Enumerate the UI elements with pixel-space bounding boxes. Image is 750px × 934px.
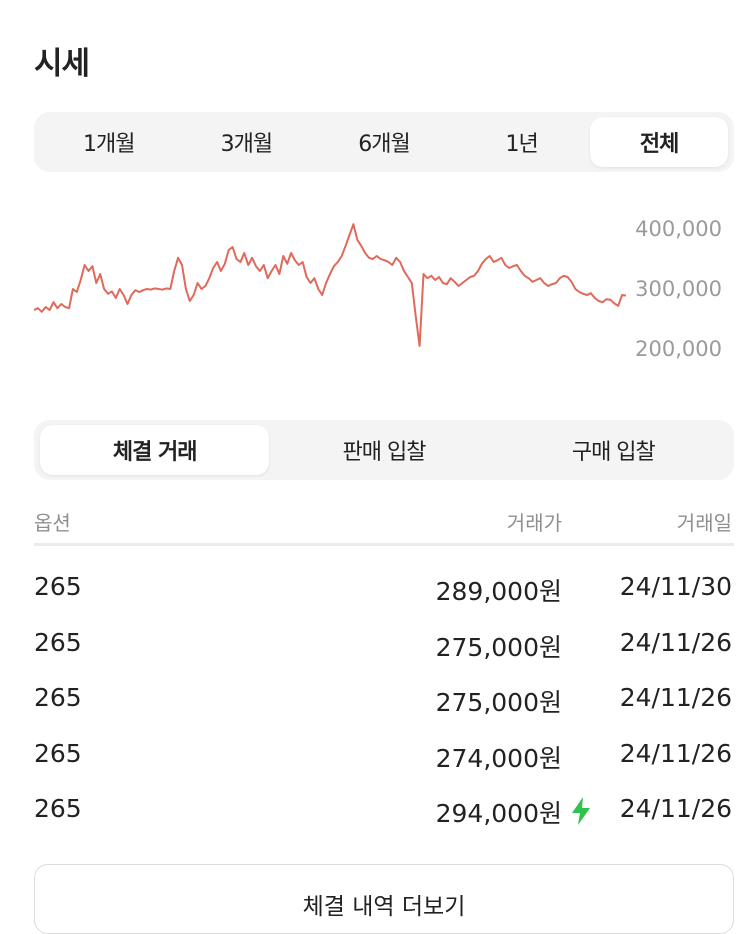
row-price: 275,000원: [435, 632, 562, 662]
row-option: 265: [34, 627, 82, 657]
y-tick-400000: 400,000: [635, 217, 722, 241]
table-row: 265 294,000원 24/11/26: [34, 784, 734, 840]
tab-3-months[interactable]: 3개월: [178, 117, 316, 167]
row-price: 275,000원: [435, 688, 562, 717]
price-chart: 400,000 300,000 200,000: [34, 217, 722, 361]
header-price: 거래가: [506, 511, 562, 535]
row-price: 274,000원: [435, 743, 562, 773]
row-option: 265: [34, 572, 82, 601]
tab-all[interactable]: 전체: [590, 117, 728, 167]
tab-completed-trades[interactable]: 체결 거래: [40, 425, 270, 475]
price-line: [34, 223, 627, 347]
table-row: 265 275,000원 24/11/26: [34, 673, 734, 729]
y-tick-300000: 300,000: [635, 277, 722, 301]
tab-1-month[interactable]: 1개월: [40, 117, 178, 167]
tab-6-months[interactable]: 6개월: [315, 117, 453, 167]
row-option: 265: [34, 683, 82, 712]
row-option: 265: [34, 794, 82, 823]
header-option: 옵션: [34, 511, 71, 535]
row-price: 294,000원: [435, 799, 562, 828]
tab-buy-bids[interactable]: 구매 입찰: [499, 425, 728, 475]
tab-sell-bids[interactable]: 판매 입찰: [269, 425, 498, 475]
view-more-trades-button[interactable]: 체결 내역 더보기: [34, 864, 734, 934]
lightning-bolt-icon: [572, 797, 590, 825]
table-row: 265 275,000원 24/11/26: [34, 618, 734, 674]
row-date: 24/11/30: [619, 572, 732, 601]
row-date: 24/11/26: [619, 627, 732, 657]
table-row: 265 274,000원 24/11/26: [34, 729, 734, 785]
row-date: 24/11/26: [619, 738, 732, 768]
y-tick-200000: 200,000: [635, 337, 722, 361]
page-title: 시세: [34, 46, 90, 82]
row-date: 24/11/26: [619, 683, 732, 712]
row-price: 289,000원: [435, 577, 562, 606]
tab-1-year[interactable]: 1년: [453, 117, 591, 167]
table-row: 265 289,000원 24/11/30: [34, 562, 734, 618]
transaction-type-selector: 체결 거래 판매 입찰 구매 입찰: [34, 420, 734, 480]
period-selector: 1개월 3개월 6개월 1년 전체: [34, 112, 734, 172]
row-option: 265: [34, 738, 82, 768]
row-date: 24/11/26: [619, 794, 732, 823]
trade-list: 265 289,000원 24/11/30 265 275,000원 24/11…: [34, 562, 734, 840]
table-header: 옵션 거래가 거래일: [34, 503, 734, 546]
header-date: 거래일: [676, 511, 732, 535]
